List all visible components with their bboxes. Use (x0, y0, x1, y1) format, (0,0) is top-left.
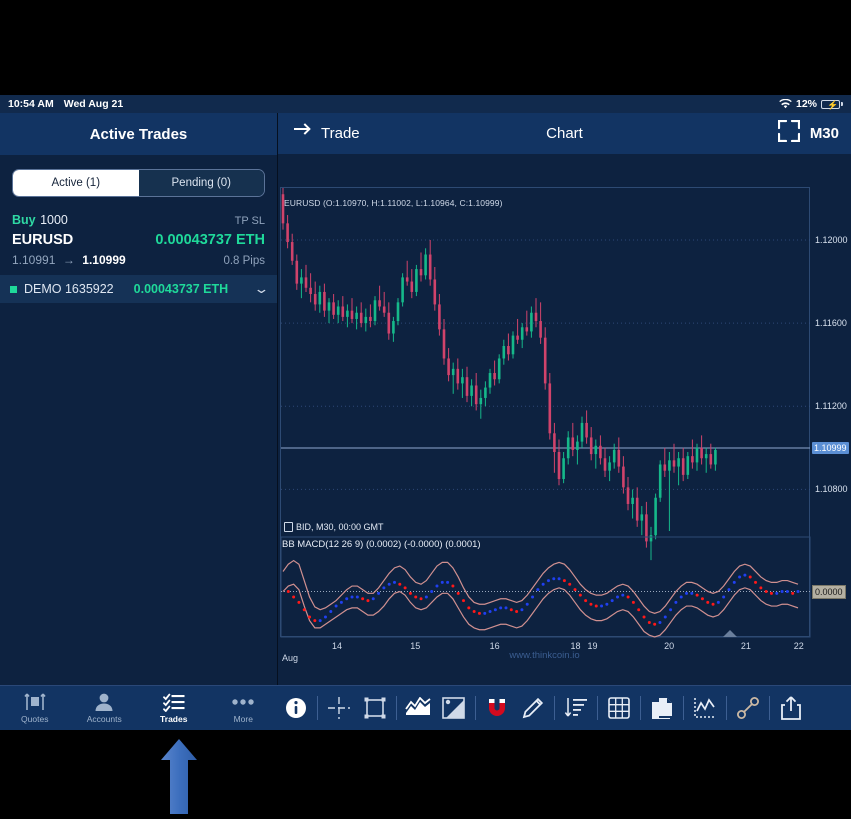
trade-pnl: 0.00043737 ETH (155, 232, 265, 248)
sidebar-item-quotes[interactable]: Quotes (0, 686, 70, 730)
pencil-icon[interactable] (515, 686, 551, 731)
swap-arrows-icon (292, 122, 312, 145)
chevron-down-icon[interactable]: ⌄ (253, 281, 269, 297)
trade-tpsl-label[interactable]: TP SL (235, 215, 265, 227)
info-icon[interactable] (278, 686, 314, 731)
indicator-zero-label: 0.0000 (812, 584, 846, 599)
indicator-label: BB MACD(12 26 9) (0.0002) (-0.0000) (0.0… (282, 539, 481, 550)
toolbar-separator (475, 696, 476, 720)
time-axis-marker-triangle[interactable] (723, 630, 737, 637)
status-right-group: 12% ⚡ (779, 98, 843, 110)
sort-descending-icon[interactable] (558, 686, 594, 731)
grid-table-icon[interactable] (601, 686, 637, 731)
toolbar-separator (554, 696, 555, 720)
timeframe-selector[interactable]: M30 (810, 125, 839, 142)
toolbar-separator (396, 696, 397, 720)
trade-volume: 1000 (40, 213, 68, 227)
chart-pane: Trade Chart M30 EURUSD (O:1.10970, H:1.1 (278, 113, 851, 685)
sidebar: Active Trades Active (1) Pending (0) Buy… (0, 113, 278, 685)
up-arrow-annotation (158, 738, 200, 819)
tab-label: Accounts (86, 714, 122, 724)
indicator-value-3: (0.0001) (445, 539, 481, 550)
trade-side: Buy (12, 213, 36, 227)
accounts-person-icon (93, 692, 115, 712)
trade-pips: 0.8 Pips (223, 255, 265, 267)
lock-icon (284, 522, 293, 532)
toolbar-separator (317, 696, 318, 720)
chart-type-area-icon[interactable] (400, 686, 436, 731)
price-axis-tick: 1.10800 (815, 484, 848, 495)
crosshair-icon[interactable] (321, 686, 357, 731)
link-chain-icon[interactable] (730, 686, 766, 731)
indicator-value-1: (0.0002) (365, 539, 402, 550)
chart-canvas[interactable] (278, 154, 851, 685)
toolbar-separator (597, 696, 598, 720)
trades-checklist-icon (162, 692, 185, 712)
sidebar-item-more[interactable]: More (209, 686, 279, 730)
color-palette-icon[interactable] (436, 686, 472, 731)
wifi-icon (779, 99, 792, 109)
app-root: 10:54 AM Wed Aug 21 12% ⚡ Active Trades … (0, 0, 851, 814)
bottom-tab-bar: Quotes Accounts Trades More (0, 685, 278, 730)
sidebar-title: Active Trades (0, 113, 277, 155)
chart-watermark: www.thinkcoin.io (509, 650, 580, 661)
status-time: 10:54 AM (8, 98, 54, 110)
trade-open-price: 1.10991 (12, 253, 56, 267)
tab-label: Trades (160, 714, 188, 724)
chart-header: Trade Chart M30 (278, 113, 851, 154)
sidebar-item-trades[interactable]: Trades (139, 686, 209, 730)
tab-label: Quotes (21, 714, 49, 724)
toolbar-separator (769, 696, 770, 720)
price-axis-tick: 1.12000 (815, 234, 848, 245)
account-summary-row[interactable]: DEMO 1635922 0.00043737 ETH ⌄ (0, 275, 277, 303)
indicator-chart-icon[interactable] (687, 686, 723, 731)
ohlc-readout: EURUSD (O:1.10970, H:1.11002, L:1.10964,… (284, 198, 503, 208)
status-bar: 10:54 AM Wed Aug 21 12% ⚡ (0, 95, 851, 113)
chart-source-text: BID, M30, 00:00 GMT (296, 522, 384, 532)
account-name: DEMO 1635922 (24, 282, 114, 296)
price-axis: 1.12000 1.11600 1.11200 1.10800 1.10999 0.000… (811, 187, 851, 637)
chart-source-label: BID, M30, 00:00 GMT (284, 522, 384, 532)
trade-row[interactable]: Buy 1000 TP SL EURUSD 0.00043737 ETH 1.1… (0, 203, 277, 275)
chart-title: Chart (546, 125, 583, 142)
tab-label: More (233, 714, 253, 724)
chart-body[interactable]: EURUSD (O:1.10970, H:1.11002, L:1.10964,… (278, 154, 851, 685)
trades-filter-segmented-control: Active (1) Pending (0) (0, 155, 277, 203)
battery-percent: 12% (795, 98, 817, 110)
chart-toolbar (278, 685, 851, 730)
tab-pending-trades[interactable]: Pending (0) (138, 170, 264, 196)
trade-symbol: EURUSD (12, 232, 74, 248)
toolbar-separator (640, 696, 641, 720)
sidebar-item-accounts[interactable]: Accounts (70, 686, 140, 730)
current-price-label: 1.10999 (812, 442, 849, 455)
indicator-value-2: (-0.0000) (403, 539, 443, 550)
trade-nav-button[interactable]: Trade (292, 122, 360, 145)
toolbar-separator (683, 696, 684, 720)
status-date: Wed Aug 21 (63, 98, 124, 110)
price-axis-tick: 1.11600 (815, 318, 847, 329)
more-dots-icon (230, 692, 256, 712)
chart-header-right: M30 (777, 119, 839, 147)
fullscreen-icon[interactable] (777, 119, 800, 147)
quotes-icon (24, 692, 46, 712)
rectangle-shape-icon[interactable] (357, 686, 393, 731)
trade-current-price: 1.10999 (82, 253, 126, 267)
arrow-right-icon: → (62, 253, 75, 267)
share-export-icon[interactable] (773, 686, 809, 731)
layers-copy-icon[interactable] (644, 686, 680, 731)
battery-charging-icon: ⚡ (821, 99, 843, 110)
status-square-icon (10, 285, 17, 293)
account-value: 0.00043737 ETH (133, 282, 229, 296)
tab-active-trades[interactable]: Active (1) (13, 170, 139, 196)
indicator-name: BB MACD(12 26 9) (282, 539, 364, 550)
toolbar-separator (726, 696, 727, 720)
price-axis-tick: 1.11200 (815, 401, 847, 412)
trade-nav-label: Trade (321, 125, 360, 142)
magnet-icon[interactable] (479, 686, 515, 731)
